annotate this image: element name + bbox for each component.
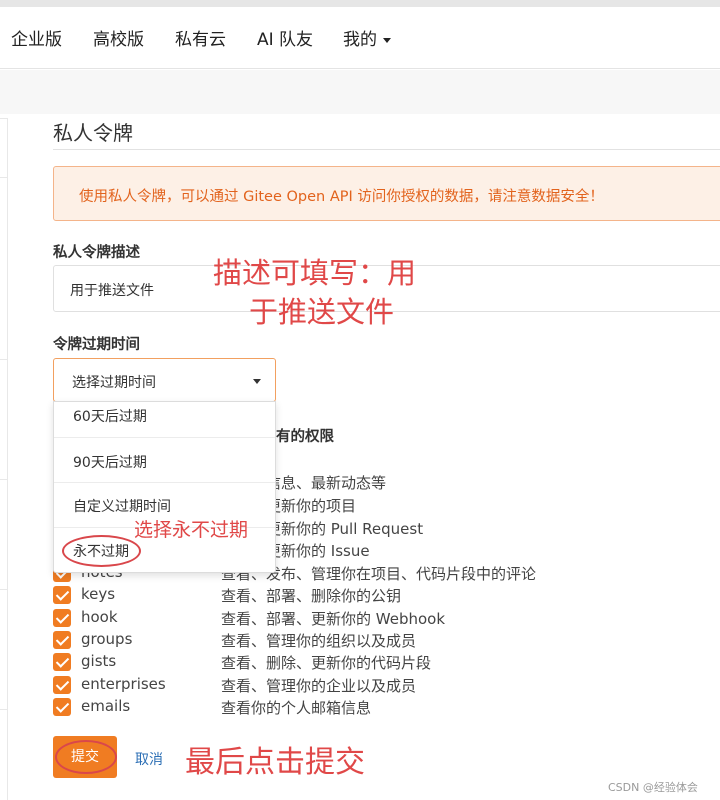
nav-item-mine-label: 我的 [343, 30, 377, 50]
alert-text: 使用私人令牌，可以通过 Gitee Open API 访问你授权的数据，请注意数… [79, 189, 604, 205]
permission-checkbox[interactable] [53, 586, 71, 604]
expiration-label: 令牌过期时间 [53, 337, 140, 353]
expiration-select-value: 选择过期时间 [72, 375, 156, 391]
annotation-click-submit: 最后点击提交 [185, 745, 365, 780]
option-60-days[interactable]: 60天后过期 [54, 406, 275, 426]
nav-item-university[interactable]: 高校版 [93, 25, 144, 50]
annotation-select-never: 选择永不过期 [134, 519, 249, 541]
nav-item-mine[interactable]: 我的 [343, 25, 391, 50]
security-alert: 使用私人令牌，可以通过 Gitee Open API 访问你授权的数据，请注意数… [53, 166, 720, 221]
option-custom-expiration[interactable]: 自定义过期时间 [54, 496, 275, 516]
watermark: CSDN @经验体会 [608, 781, 698, 794]
permission-name: groups [81, 630, 133, 648]
token-description-value: 用于推送文件 [70, 283, 154, 299]
annotation-circle-submit [55, 740, 117, 774]
permission-description: 查看、管理你的组织以及成员 [221, 632, 417, 650]
permission-checkbox[interactable] [53, 609, 71, 627]
permission-checkbox[interactable] [53, 698, 71, 716]
option-90-days[interactable]: 90天后过期 [54, 452, 275, 472]
permission-checkbox[interactable] [53, 631, 71, 649]
permission-name: emails [81, 697, 131, 715]
token-description-label: 私人令牌描述 [53, 245, 140, 261]
nav-item-enterprise[interactable]: 企业版 [11, 25, 62, 50]
permission-description: 查看你的个人邮箱信息 [221, 699, 372, 717]
permission-description: 查看、删除、更新你的代码片段 [221, 654, 432, 672]
annotation-circle-never-expire [62, 535, 141, 567]
title-divider [53, 149, 720, 150]
top-navigation: 企业版 高校版 私有云 AI 队友 我的 [0, 7, 720, 69]
permission-description: 查看、部署、更新你的 Webhook [221, 610, 446, 628]
permission-row: hook 查看、部署、更新你的 Webhook [53, 608, 720, 628]
annotation-description-line2: 于推送文件 [249, 295, 395, 329]
nav-item-ai-teammate[interactable]: AI 队友 [257, 25, 313, 50]
page-title: 私人令牌 [53, 121, 133, 145]
left-sidebar-panel [0, 118, 8, 800]
permission-name: keys [81, 585, 116, 603]
permission-row: keys 查看、部署、删除你的公钥 [53, 585, 720, 605]
permissions-header: 有的权限 [276, 429, 334, 445]
page-background-band [0, 70, 720, 114]
nav-item-private-cloud[interactable]: 私有云 [175, 25, 226, 50]
permission-row: enterprises 查看、管理你的企业以及成员 [53, 675, 720, 695]
chevron-down-icon [253, 379, 261, 384]
chevron-down-icon [383, 37, 391, 43]
permission-name: enterprises [81, 675, 166, 693]
cancel-link[interactable]: 取消 [135, 749, 163, 769]
annotation-description-line1: 描述可填写：用 [213, 256, 417, 290]
permission-row: groups 查看、管理你的组织以及成员 [53, 630, 720, 650]
permission-name: gists [81, 652, 117, 670]
browser-top-strip [0, 0, 720, 7]
permission-checkbox[interactable] [53, 676, 71, 694]
permission-description: 查看、管理你的企业以及成员 [221, 677, 417, 695]
permission-row: emails 查看你的个人邮箱信息 [53, 697, 720, 717]
permission-name: hook [81, 608, 118, 626]
permission-description: 查看、部署、删除你的公钥 [221, 587, 402, 605]
permission-row: gists 查看、删除、更新你的代码片段 [53, 652, 720, 672]
expiration-select[interactable]: 选择过期时间 [53, 358, 276, 402]
permission-checkbox[interactable] [53, 653, 71, 671]
